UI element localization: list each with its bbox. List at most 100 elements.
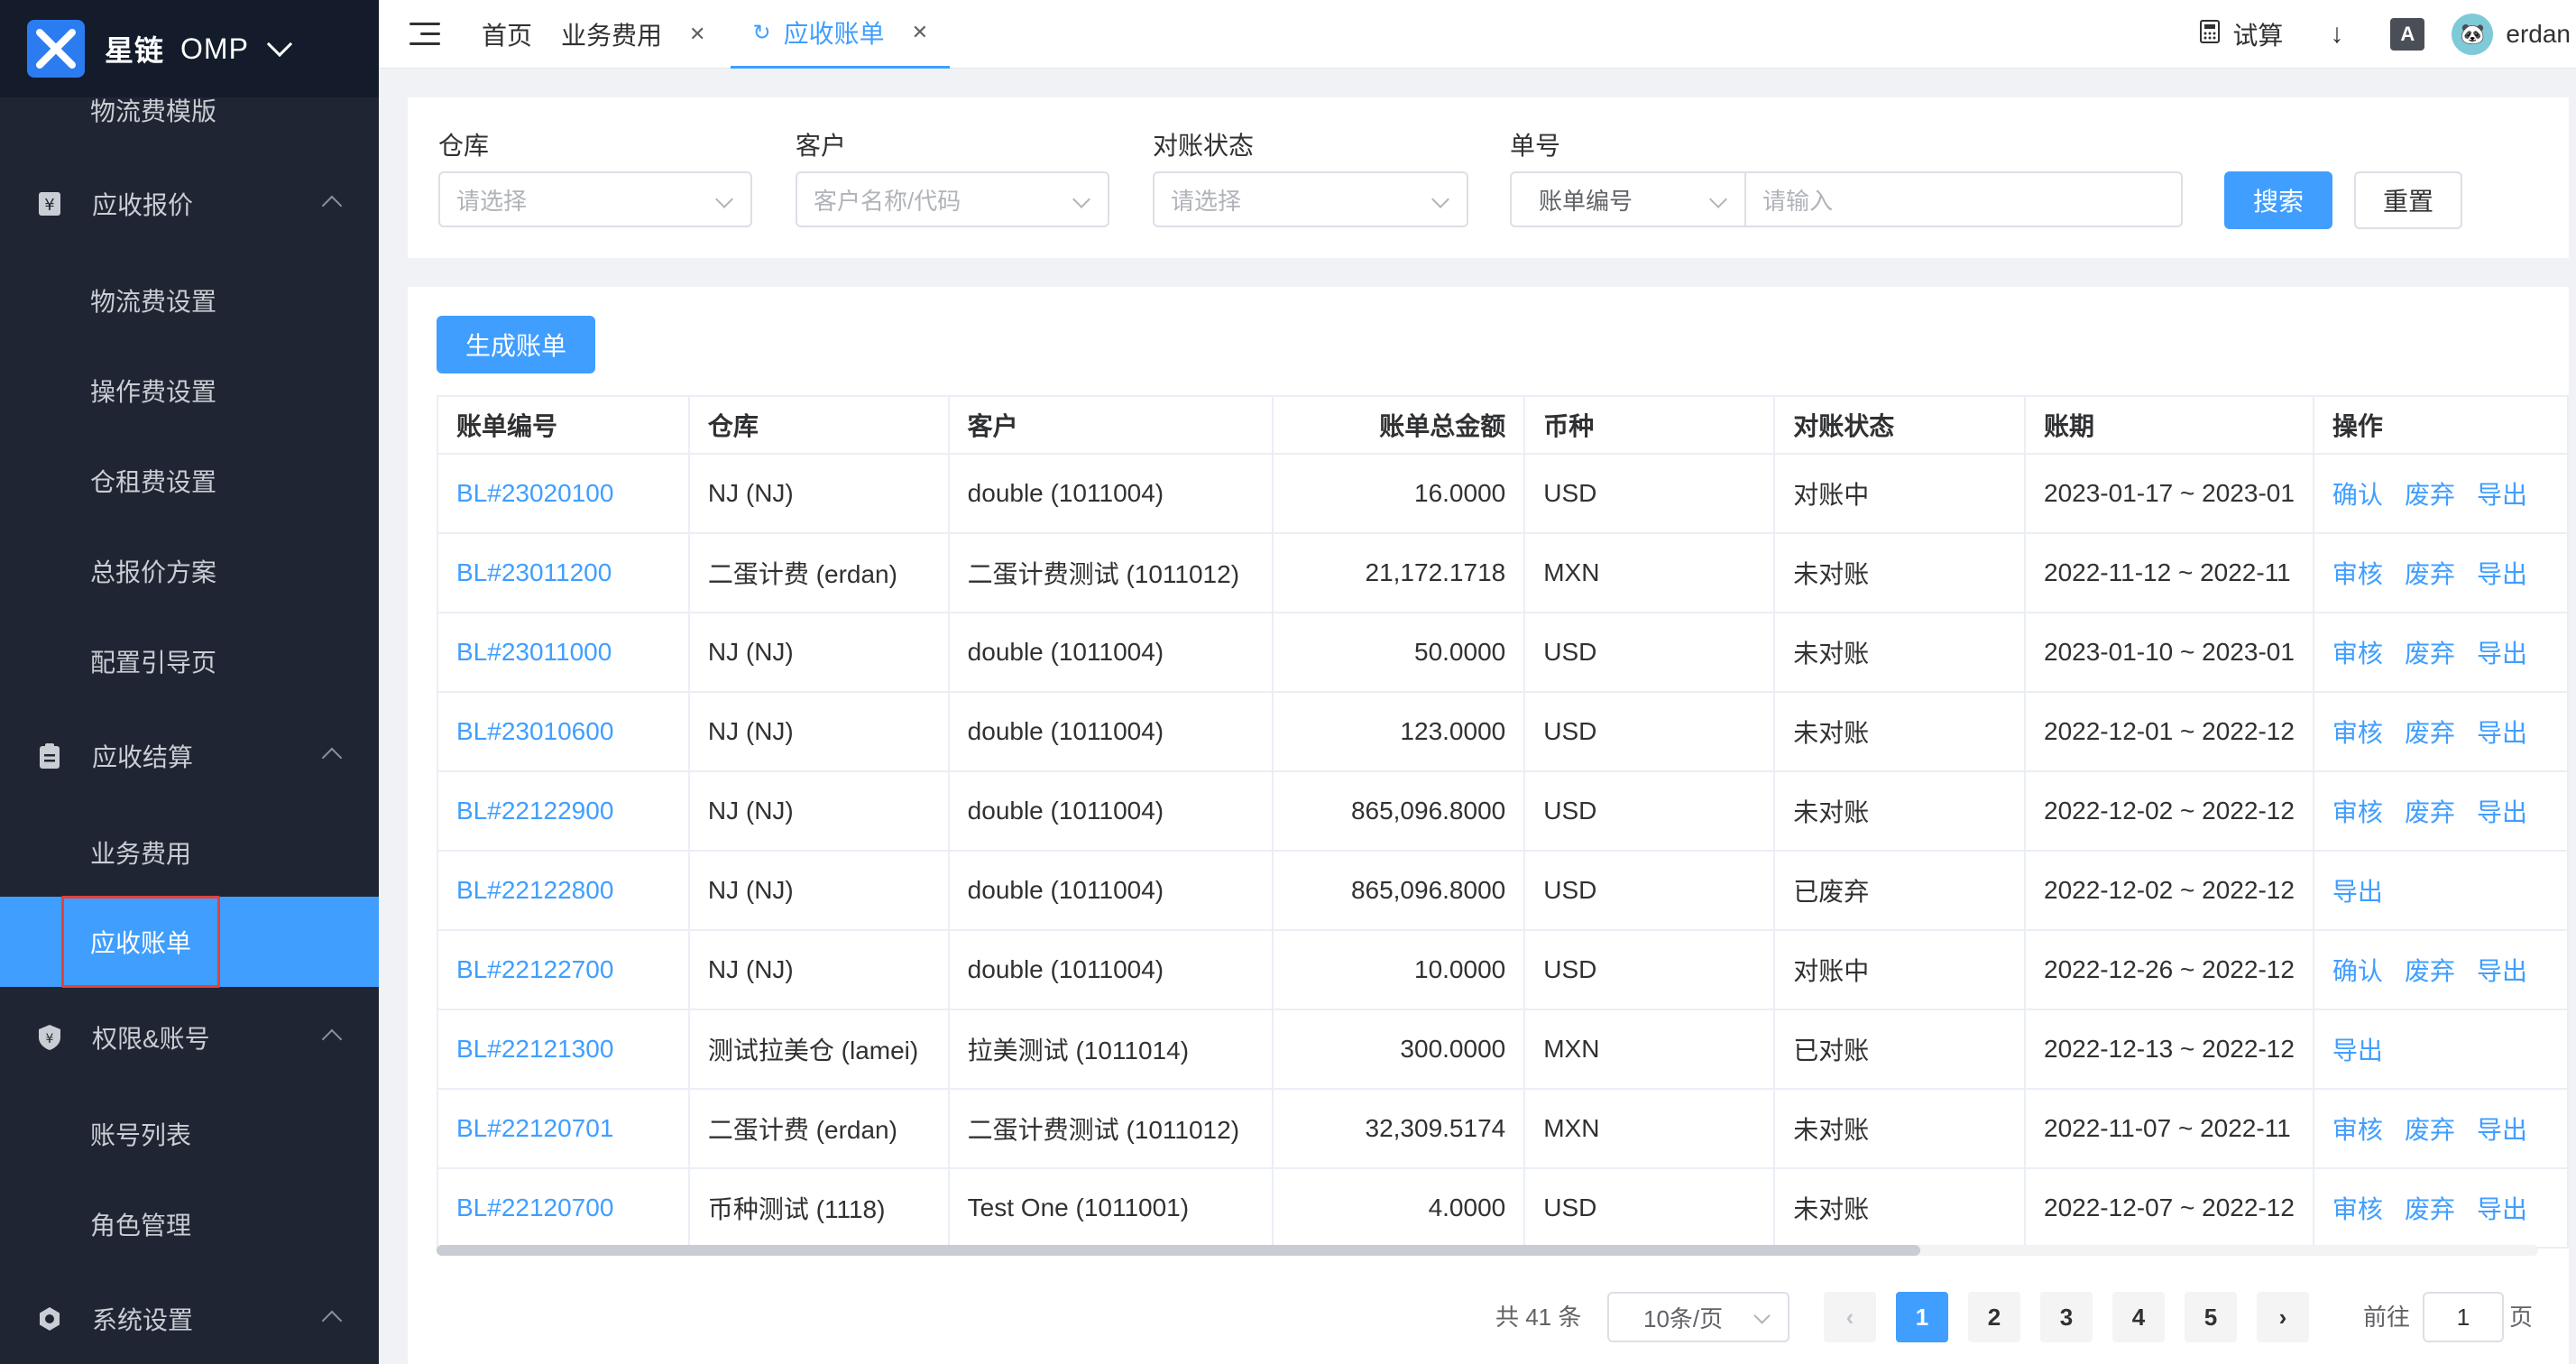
shield-icon: ¥ bbox=[36, 1024, 63, 1051]
bill-no-link[interactable]: BL#23011000 bbox=[456, 638, 612, 666]
page-button[interactable]: 4 bbox=[2112, 1292, 2165, 1342]
action-link[interactable]: 审核 bbox=[2332, 1195, 2383, 1223]
page-button[interactable]: 2 bbox=[1968, 1292, 2020, 1342]
action-link[interactable]: 导出 bbox=[2332, 878, 2383, 906]
search-button[interactable]: 搜索 bbox=[2224, 171, 2332, 229]
action-link[interactable]: 导出 bbox=[2477, 798, 2527, 826]
user-menu[interactable]: 🐼 erdan bbox=[2452, 14, 2571, 55]
sidebar-item-account-list[interactable]: 账号列表 bbox=[0, 1089, 379, 1179]
page-size-value: 10条/页 bbox=[1643, 1304, 1724, 1332]
action-link[interactable]: 导出 bbox=[2477, 1116, 2527, 1144]
chevron-down-icon[interactable] bbox=[266, 31, 293, 58]
action-link[interactable]: 确认 bbox=[2332, 957, 2383, 985]
action-link[interactable]: 导出 bbox=[2477, 1195, 2527, 1223]
bill-no-link[interactable]: BL#22122800 bbox=[456, 876, 613, 904]
action-link[interactable]: 废弃 bbox=[2405, 798, 2455, 826]
customer-cell: double (1011004) bbox=[947, 691, 1274, 772]
action-link[interactable]: 审核 bbox=[2332, 560, 2383, 588]
sidebar-item-logistics-fee[interactable]: 物流费设置 bbox=[0, 255, 379, 346]
warehouse-cell: NJ (NJ) bbox=[687, 691, 950, 772]
scrollbar-thumb[interactable] bbox=[437, 1245, 1920, 1256]
action-link[interactable]: 废弃 bbox=[2405, 1195, 2455, 1223]
chevron-up-icon bbox=[321, 1310, 343, 1332]
sidebar-item-storage-fee[interactable]: 仓租费设置 bbox=[0, 436, 379, 526]
number-input[interactable]: 请输入 bbox=[1744, 171, 2183, 227]
reset-button[interactable]: 重置 bbox=[2354, 171, 2462, 229]
action-link[interactable]: 审核 bbox=[2332, 1116, 2383, 1144]
close-icon[interactable]: ✕ bbox=[912, 21, 928, 44]
period-cell: 2022-11-07 ~ 2022-11 bbox=[2024, 1088, 2314, 1169]
action-link[interactable]: 确认 bbox=[2332, 481, 2383, 509]
period-cell: 2022-12-02 ~ 2022-12 bbox=[2024, 770, 2314, 852]
warehouse-cell: 测试拉美仓 (lamei) bbox=[687, 1009, 950, 1090]
bill-no-link[interactable]: BL#22122900 bbox=[456, 797, 613, 825]
warehouse-select[interactable]: 请选择 bbox=[438, 171, 752, 227]
action-link[interactable]: 废弃 bbox=[2405, 1116, 2455, 1144]
action-link[interactable]: 导出 bbox=[2477, 719, 2527, 747]
bill-no-link[interactable]: BL#23010600 bbox=[456, 717, 613, 745]
tab-receivable-bill[interactable]: ↻ 应收账单 ✕ bbox=[731, 0, 951, 69]
download-icon[interactable]: ↓ bbox=[2330, 19, 2343, 50]
bill-no-link[interactable]: BL#22120701 bbox=[456, 1114, 613, 1142]
translate-icon[interactable]: A bbox=[2390, 18, 2425, 51]
sidebar-item-label: 角色管理 bbox=[90, 1212, 192, 1240]
currency-cell: USD bbox=[1523, 691, 1776, 772]
sidebar-group-receivable-settlement[interactable]: 应收结算 bbox=[0, 711, 379, 801]
refresh-icon[interactable]: ↻ bbox=[752, 20, 770, 46]
page-button[interactable]: 3 bbox=[2040, 1292, 2093, 1342]
chevron-down-icon bbox=[1431, 190, 1449, 208]
sidebar-group-label: 应收报价 bbox=[92, 191, 194, 219]
page-button[interactable]: 5 bbox=[2185, 1292, 2237, 1342]
sidebar-item-label: 配置引导页 bbox=[90, 649, 217, 677]
calc-button[interactable]: 试算 bbox=[2200, 16, 2283, 52]
sidebar-item-logistics-template[interactable]: 物流费模版 bbox=[0, 63, 379, 153]
action-link[interactable]: 审核 bbox=[2332, 798, 2383, 826]
action-link[interactable]: 废弃 bbox=[2405, 719, 2455, 747]
horizontal-scrollbar[interactable] bbox=[437, 1245, 2538, 1256]
action-link[interactable]: 废弃 bbox=[2405, 560, 2455, 588]
page-button[interactable]: 1 bbox=[1896, 1292, 1948, 1342]
bill-no-link[interactable]: BL#22121300 bbox=[456, 1035, 613, 1063]
status-select[interactable]: 请选择 bbox=[1153, 171, 1468, 227]
action-link[interactable]: 导出 bbox=[2477, 957, 2527, 985]
action-link[interactable]: 废弃 bbox=[2405, 481, 2455, 509]
sidebar-item-operation-fee[interactable]: 操作费设置 bbox=[0, 346, 379, 436]
currency-cell: USD bbox=[1523, 850, 1776, 931]
generate-bill-button[interactable]: 生成账单 bbox=[437, 316, 595, 373]
close-icon[interactable]: ✕ bbox=[689, 23, 705, 46]
amount-cell: 123.0000 bbox=[1272, 691, 1526, 772]
goto-page-input[interactable]: 1 bbox=[2423, 1292, 2504, 1342]
action-link[interactable]: 导出 bbox=[2477, 640, 2527, 668]
action-link[interactable]: 废弃 bbox=[2405, 957, 2455, 985]
action-link[interactable]: 导出 bbox=[2477, 481, 2527, 509]
bill-no-link[interactable]: BL#23011200 bbox=[456, 558, 612, 586]
menu-toggle-icon[interactable] bbox=[409, 22, 440, 46]
sidebar-group-receivable-quote[interactable]: ¥ 应收报价 bbox=[0, 159, 379, 249]
customer-cell: double (1011004) bbox=[947, 929, 1274, 1010]
customer-select[interactable]: 客户名称/代码 bbox=[796, 171, 1109, 227]
sidebar-item-business-fee[interactable]: 业务费用 bbox=[0, 807, 379, 898]
number-placeholder: 请输入 bbox=[1762, 187, 1834, 215]
prev-page-button[interactable]: ‹ bbox=[1824, 1292, 1876, 1342]
sidebar-item-quote-plan[interactable]: 总报价方案 bbox=[0, 526, 379, 616]
chevron-down-icon bbox=[1072, 190, 1090, 208]
next-page-button[interactable]: › bbox=[2257, 1292, 2309, 1342]
number-type-select[interactable]: 账单编号 bbox=[1510, 171, 1746, 227]
bill-no-link[interactable]: BL#22120700 bbox=[456, 1194, 613, 1221]
tab-business-fee[interactable]: 业务费用 ✕ bbox=[547, 0, 720, 69]
sidebar-group-system-settings[interactable]: 系统设置 bbox=[0, 1274, 379, 1364]
action-link[interactable]: 导出 bbox=[2332, 1037, 2383, 1064]
sidebar-item-config-guide[interactable]: 配置引导页 bbox=[0, 616, 379, 706]
sidebar-group-permissions[interactable]: ¥ 权限&账号 bbox=[0, 992, 379, 1083]
action-link[interactable]: 废弃 bbox=[2405, 640, 2455, 668]
sidebar-item-role-manage[interactable]: 角色管理 bbox=[0, 1179, 379, 1269]
bill-no-link[interactable]: BL#23020100 bbox=[456, 479, 613, 507]
action-link[interactable]: 审核 bbox=[2332, 640, 2383, 668]
action-link[interactable]: 导出 bbox=[2477, 560, 2527, 588]
bill-no-link[interactable]: BL#22122700 bbox=[456, 955, 613, 983]
customer-cell: 二蛋计费测试 (1011012) bbox=[947, 1088, 1274, 1169]
action-link[interactable]: 审核 bbox=[2332, 719, 2383, 747]
sidebar-item-label: 业务费用 bbox=[90, 840, 192, 868]
tab-home[interactable]: 首页 bbox=[467, 0, 547, 69]
page-size-select[interactable]: 10条/页 bbox=[1607, 1292, 1789, 1342]
